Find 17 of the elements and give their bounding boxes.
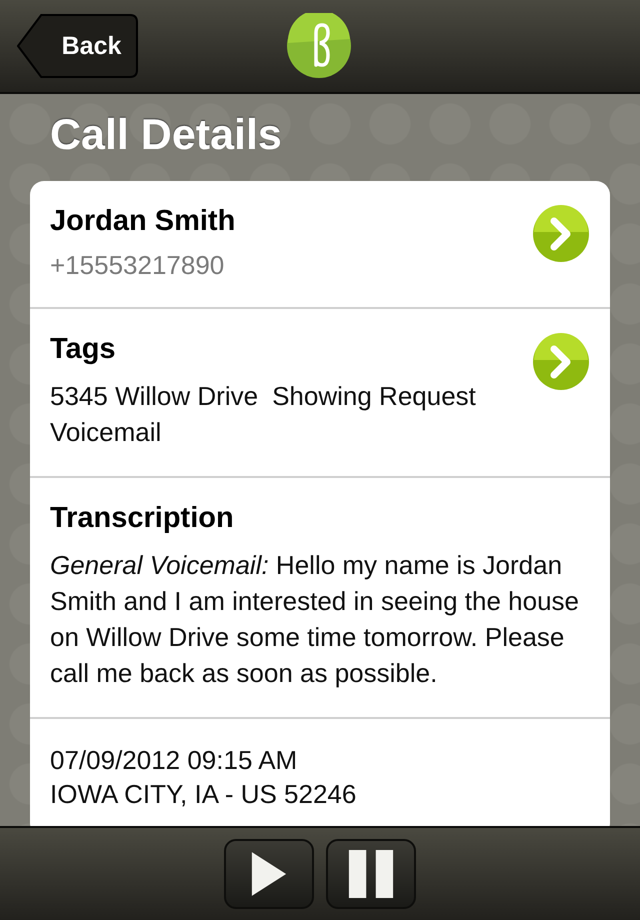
page-title: Call Details xyxy=(50,112,283,160)
back-button[interactable]: Back xyxy=(17,14,138,78)
logo-icon xyxy=(286,13,352,79)
transcription-text: General Voicemail: Hello my name is Jordan Smith and I am interested in seeing the house on Willow Drive some time tomorrow. Please call me back as soon as possible. xyxy=(50,549,580,690)
tag: Voicemail xyxy=(50,414,162,450)
detail-line: IOWA CITY, IA - US 52246 xyxy=(50,778,358,812)
section-heading: Transcription xyxy=(50,502,235,536)
play-icon xyxy=(250,850,288,898)
pause-icon xyxy=(348,850,394,898)
section-heading: Jordan Smith xyxy=(50,205,236,238)
tag: 5345 Willow Drive xyxy=(50,378,258,414)
tag: Showing Request xyxy=(272,378,476,414)
play-button[interactable] xyxy=(224,839,314,909)
section-heading: Tags xyxy=(50,333,117,366)
pause-button[interactable] xyxy=(326,839,416,909)
detail-line: 07/09/2012 09:15 AM xyxy=(50,744,298,778)
phone-number: +15553217890 xyxy=(50,250,226,282)
